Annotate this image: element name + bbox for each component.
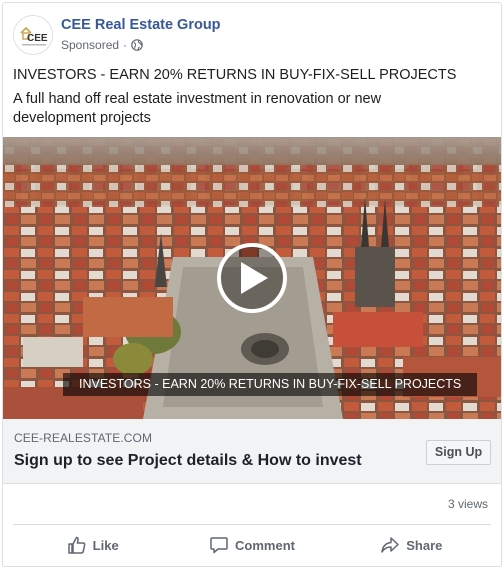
globe-icon: [131, 39, 143, 51]
play-icon: [241, 262, 268, 294]
comment-label: Comment: [235, 537, 295, 553]
comment-icon: [209, 535, 229, 555]
comment-button[interactable]: Comment: [172, 528, 331, 562]
logo-text: CEE: [27, 33, 48, 44]
page-avatar[interactable]: CEE: [13, 15, 53, 55]
sign-up-button[interactable]: Sign Up: [426, 440, 491, 465]
play-button[interactable]: [217, 243, 287, 313]
share-button[interactable]: Share: [332, 528, 491, 562]
video-thumbnail[interactable]: INVESTORS - EARN 20% RETURNS IN BUY-FIX-…: [3, 137, 501, 419]
video-caption: INVESTORS - EARN 20% RETURNS IN BUY-FIX-…: [63, 373, 478, 396]
meta-separator: ·: [123, 38, 128, 52]
post-header: CEE CEE Real Estate Group Sponsored ·: [13, 15, 493, 59]
cee-logo-icon: CEE: [14, 16, 52, 54]
view-count[interactable]: 3 views: [448, 497, 488, 511]
sponsored-label[interactable]: Sponsored: [61, 38, 119, 52]
post-meta: Sponsored ·: [61, 38, 143, 52]
share-label: Share: [406, 537, 443, 553]
share-arrow-icon: [380, 535, 400, 555]
ad-post-card: CEE CEE Real Estate Group Sponsored · IN…: [2, 2, 502, 567]
actions-divider: [13, 524, 491, 525]
link-title[interactable]: Sign up to see Project details & How to …: [14, 452, 362, 470]
post-body-text: A full hand off real estate investment i…: [13, 91, 382, 126]
like-button[interactable]: Like: [13, 528, 172, 562]
link-preview[interactable]: CEE-REALESTATE.COM Sign up to see Projec…: [3, 419, 501, 484]
post-actions: Like Comment Share: [13, 528, 491, 562]
page-name-link[interactable]: CEE Real Estate Group: [61, 17, 221, 33]
link-domain: CEE-REALESTATE.COM: [14, 431, 153, 445]
post-headline: INVESTORS - EARN 20% RETURNS IN BUY-FIX-…: [13, 67, 457, 83]
thumbs-up-icon: [67, 535, 87, 555]
like-label: Like: [92, 537, 119, 553]
